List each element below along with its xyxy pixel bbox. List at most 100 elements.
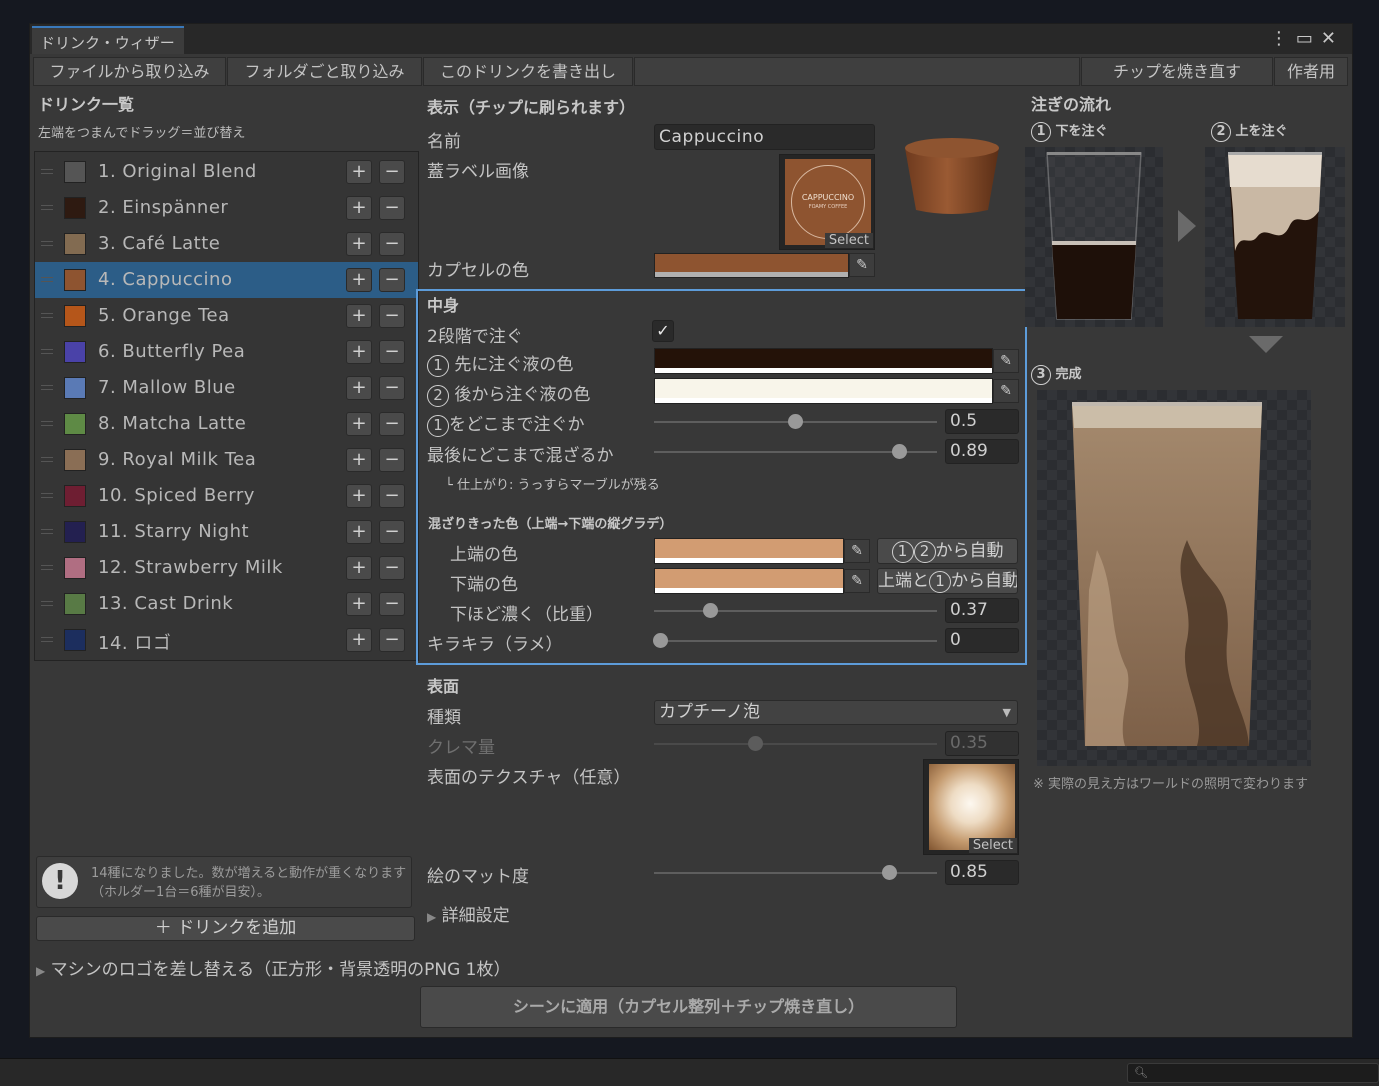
- import-folder-button[interactable]: フォルダごと取り込み: [227, 57, 422, 86]
- glitter-value[interactable]: 0: [945, 628, 1019, 653]
- darker-slider-handle[interactable]: [703, 603, 718, 618]
- top-color-field[interactable]: [654, 538, 844, 564]
- surface-type-dropdown[interactable]: カプチーノ泡 ▼: [654, 700, 1018, 725]
- capsule-color-field[interactable]: [654, 253, 849, 278]
- eyedropper-icon[interactable]: ✎: [844, 539, 870, 563]
- drag-handle-icon[interactable]: [41, 349, 53, 354]
- eyedropper-icon[interactable]: ✎: [844, 569, 870, 593]
- first-color-field[interactable]: [654, 348, 993, 374]
- drink-list-item[interactable]: 3. Café Latte + −: [35, 226, 418, 262]
- maximize-icon[interactable]: ▭: [1296, 28, 1321, 49]
- advanced-foldout[interactable]: ▶ 詳細設定: [427, 901, 510, 926]
- minus-button[interactable]: −: [379, 628, 405, 652]
- drag-handle-icon[interactable]: [41, 637, 53, 642]
- darker-value[interactable]: 0.37: [945, 598, 1019, 623]
- texture-select-button[interactable]: Select: [968, 838, 1017, 853]
- plus-button[interactable]: +: [346, 520, 372, 544]
- minus-button[interactable]: −: [379, 592, 405, 616]
- drag-handle-icon[interactable]: [41, 493, 53, 498]
- surface-texture-slot[interactable]: Select: [923, 759, 1019, 855]
- auto-from-top1-button[interactable]: 上端と 1 から自動: [877, 568, 1018, 594]
- plus-button[interactable]: +: [346, 592, 372, 616]
- minus-button[interactable]: −: [379, 304, 405, 328]
- drink-list-item[interactable]: 8. Matcha Latte + −: [35, 406, 418, 442]
- eyedropper-icon[interactable]: ✎: [993, 379, 1019, 403]
- drink-list-item[interactable]: 1. Original Blend + −: [35, 154, 418, 190]
- search-field[interactable]: 🔍︎: [1127, 1063, 1379, 1083]
- eyedropper-icon[interactable]: ✎: [849, 253, 875, 277]
- window-tab[interactable]: ドリンク・ウィザード: [32, 26, 184, 73]
- drag-handle-icon[interactable]: [41, 385, 53, 390]
- drink-list-item[interactable]: 2. Einspänner + −: [35, 190, 418, 226]
- more-icon[interactable]: ⋮: [1270, 28, 1296, 49]
- minus-button[interactable]: −: [379, 340, 405, 364]
- apply-to-scene-button[interactable]: シーンに適用（カプセル整列＋チップ焼き直し）: [420, 986, 957, 1028]
- close-icon[interactable]: ✕: [1321, 28, 1344, 49]
- glitter-slider-handle[interactable]: [653, 633, 668, 648]
- drink-list-item[interactable]: 10. Spiced Berry + −: [35, 478, 418, 514]
- minus-button[interactable]: −: [379, 556, 405, 580]
- plus-button[interactable]: +: [346, 304, 372, 328]
- minus-button[interactable]: −: [379, 484, 405, 508]
- import-file-button[interactable]: ファイルから取り込み: [33, 57, 226, 86]
- mix-value[interactable]: 0.89: [945, 439, 1019, 464]
- author-button[interactable]: 作者用: [1274, 57, 1348, 86]
- drink-list-item[interactable]: 11. Starry Night + −: [35, 514, 418, 550]
- minus-button[interactable]: −: [379, 412, 405, 436]
- plus-button[interactable]: +: [346, 484, 372, 508]
- drag-handle-icon[interactable]: [41, 601, 53, 606]
- plus-button[interactable]: +: [346, 160, 372, 184]
- plus-button[interactable]: +: [346, 268, 372, 292]
- minus-button[interactable]: −: [379, 376, 405, 400]
- drink-list-item[interactable]: 14. ロゴ + −: [35, 622, 418, 658]
- plus-button[interactable]: +: [346, 628, 372, 652]
- plus-button[interactable]: +: [346, 448, 372, 472]
- drink-list-item[interactable]: 7. Mallow Blue + −: [35, 370, 418, 406]
- drag-handle-icon[interactable]: [41, 241, 53, 246]
- plus-button[interactable]: +: [346, 556, 372, 580]
- minus-button[interactable]: −: [379, 160, 405, 184]
- minus-button[interactable]: −: [379, 232, 405, 256]
- plus-button[interactable]: +: [346, 196, 372, 220]
- lid-select-button[interactable]: Select: [824, 233, 873, 248]
- minus-button[interactable]: −: [379, 520, 405, 544]
- add-drink-button[interactable]: ＋ ドリンクを追加: [36, 916, 415, 941]
- eyedropper-icon[interactable]: ✎: [993, 349, 1019, 373]
- drag-handle-icon[interactable]: [41, 205, 53, 210]
- drag-handle-icon[interactable]: [41, 457, 53, 462]
- export-drink-button[interactable]: このドリンクを書き出し: [423, 57, 633, 86]
- drag-handle-icon[interactable]: [41, 421, 53, 426]
- drink-list-item[interactable]: 6. Butterfly Pea + −: [35, 334, 418, 370]
- drag-handle-icon[interactable]: [41, 169, 53, 174]
- minus-button[interactable]: −: [379, 268, 405, 292]
- darker-slider-track[interactable]: [654, 610, 937, 612]
- drag-handle-icon[interactable]: [41, 277, 53, 282]
- drink-list-item[interactable]: 13. Cast Drink + −: [35, 586, 418, 622]
- plus-button[interactable]: +: [346, 412, 372, 436]
- plus-button[interactable]: +: [346, 340, 372, 364]
- matte-slider-handle[interactable]: [882, 865, 897, 880]
- mix-slider-handle[interactable]: [892, 444, 907, 459]
- drink-list-item[interactable]: 12. Strawberry Milk + −: [35, 550, 418, 586]
- plus-button[interactable]: +: [346, 376, 372, 400]
- glitter-slider-track[interactable]: [654, 640, 937, 642]
- drink-list-item[interactable]: 5. Orange Tea + −: [35, 298, 418, 334]
- drink-list-item[interactable]: 4. Cappuccino + −: [35, 262, 418, 298]
- matte-value[interactable]: 0.85: [945, 860, 1019, 885]
- drag-handle-icon[interactable]: [41, 313, 53, 318]
- second-color-field[interactable]: [654, 378, 993, 404]
- drag-handle-icon[interactable]: [41, 529, 53, 534]
- bottom-color-field[interactable]: [654, 568, 844, 594]
- two-stage-checkbox[interactable]: ✓: [652, 320, 674, 342]
- pour-to-value[interactable]: 0.5: [945, 409, 1019, 434]
- name-field[interactable]: Cappuccino: [654, 124, 875, 150]
- minus-button[interactable]: −: [379, 448, 405, 472]
- pour-to-slider-handle[interactable]: [788, 414, 803, 429]
- rebake-chips-button[interactable]: チップを焼き直す: [1081, 57, 1273, 86]
- drink-list-item[interactable]: 9. Royal Milk Tea + −: [35, 442, 418, 478]
- auto-from-12-button[interactable]: 1 2 から自動: [877, 538, 1018, 564]
- minus-button[interactable]: −: [379, 196, 405, 220]
- plus-button[interactable]: +: [346, 232, 372, 256]
- lid-image-slot[interactable]: CAPPUCCINO FOAMY COFFEE Select: [779, 154, 875, 250]
- drag-handle-icon[interactable]: [41, 565, 53, 570]
